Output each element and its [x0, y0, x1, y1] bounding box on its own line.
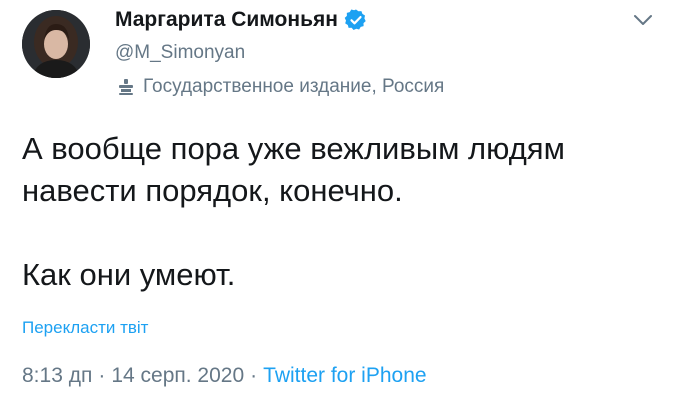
display-name-text[interactable]: Маргарита Симоньян [115, 8, 338, 32]
tweet-source-link[interactable]: Twitter for iPhone [263, 364, 426, 387]
user-handle[interactable]: @M_Simonyan [115, 42, 245, 64]
verified-badge-icon [344, 9, 366, 30]
tweet-meta: 8:13 дп · 14 серп. 2020 · Twitter for iPhone [22, 364, 427, 388]
account-label-text: Государственное издание, Россия [143, 76, 445, 97]
display-name[interactable]: Маргарита Симоньян [115, 8, 368, 32]
tweet-line-1: А вообще пора уже вежливым людям [22, 131, 565, 166]
tweet-date[interactable]: 14 серп. 2020 [111, 364, 244, 387]
podium-icon [119, 79, 133, 95]
translate-tweet-link[interactable]: Перекласти твіт [22, 318, 148, 338]
profile-photo [22, 10, 90, 78]
tweet-line-3: Как они умеют. [22, 257, 236, 292]
meta-separator: · [250, 364, 258, 387]
meta-separator: · [98, 364, 106, 387]
account-label[interactable]: Государственное издание, Россия [115, 76, 444, 98]
chevron-down-icon[interactable] [632, 12, 654, 28]
avatar[interactable] [22, 10, 90, 78]
tweet-text: А вообще пора уже вежливым людям навести… [22, 128, 662, 296]
tweet-line-2: навести порядок, конечно. [22, 173, 403, 208]
tweet-time[interactable]: 8:13 дп [22, 364, 92, 387]
